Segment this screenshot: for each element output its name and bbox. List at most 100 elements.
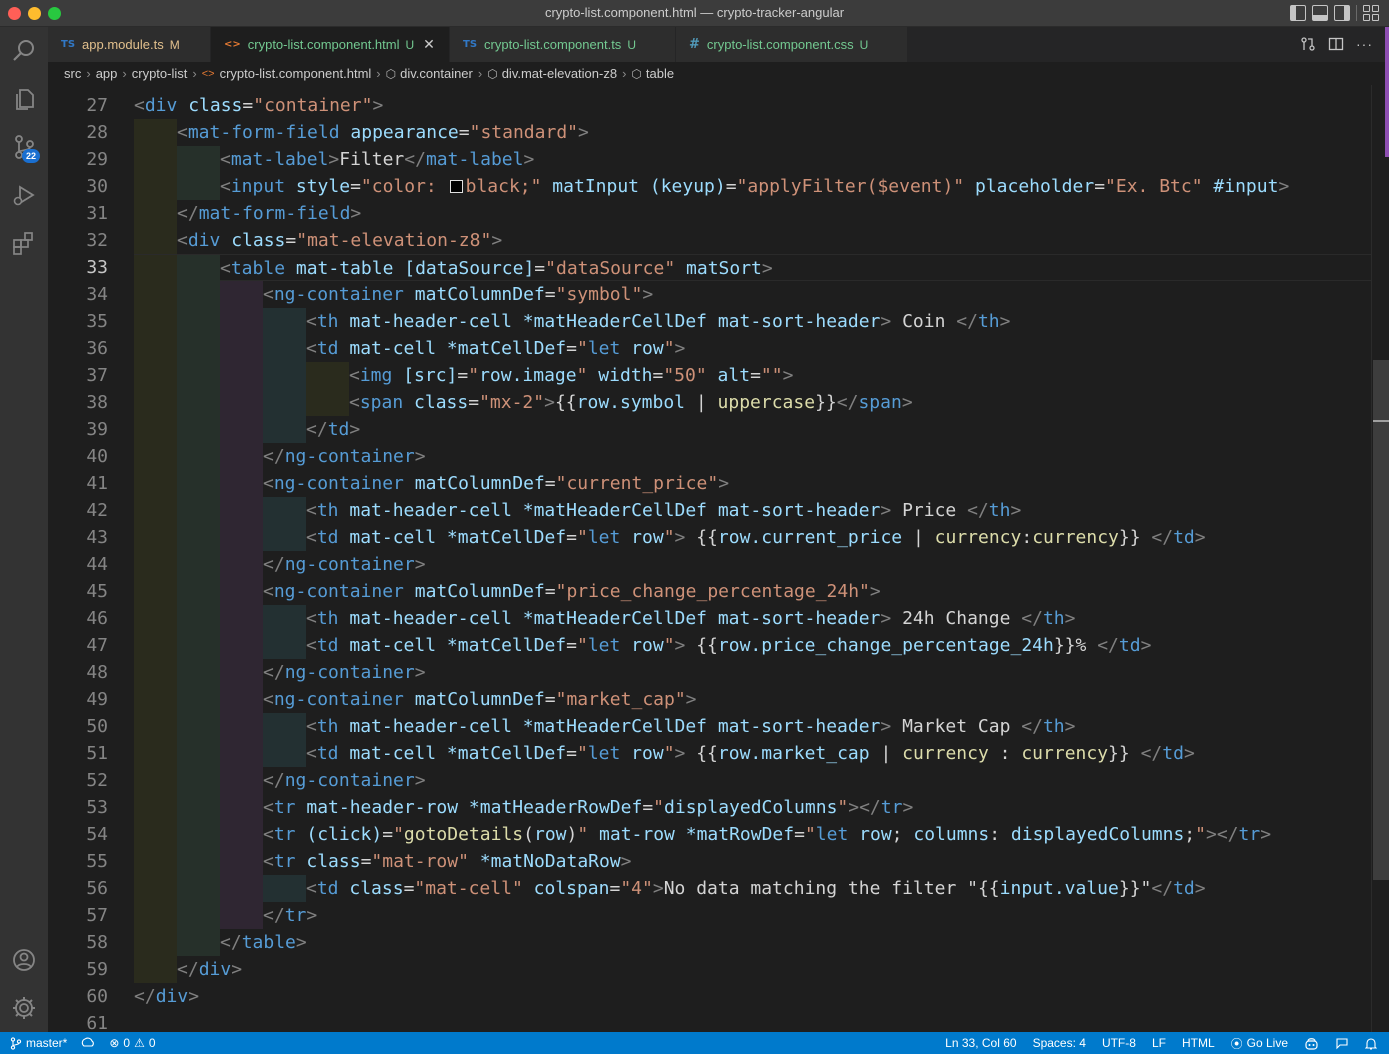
code-token: {{: [685, 527, 718, 548]
code-line[interactable]: <td mat-cell *matCellDef="let row"> {{ro…: [134, 524, 1371, 551]
split-editor-icon[interactable]: [1328, 36, 1344, 52]
code-line[interactable]: <table mat-table [dataSource]="dataSourc…: [134, 254, 1371, 282]
code-line[interactable]: <th mat-header-cell *matHeaderCellDef ma…: [134, 713, 1371, 740]
code-line[interactable]: [134, 1010, 1371, 1032]
branch-status[interactable]: master*: [10, 1036, 67, 1050]
go-live-button[interactable]: ⦿ Go Live: [1231, 1035, 1288, 1052]
git-branch-icon: [10, 1036, 22, 1050]
code-line[interactable]: </div>: [134, 956, 1371, 983]
code-line[interactable]: </table>: [134, 929, 1371, 956]
code-line[interactable]: <img [src]="row.image" width="50" alt=""…: [134, 362, 1371, 389]
code-line[interactable]: <tr (click)="gotoDetails(row)" mat-row *…: [134, 821, 1371, 848]
indent-guide: [177, 821, 220, 848]
manage-gear-icon[interactable]: [0, 984, 48, 1032]
breadcrumb-item[interactable]: div.mat-elevation-z8: [502, 66, 617, 81]
tab-crypto-list-component-css[interactable]: # crypto-list.component.css U: [676, 27, 908, 62]
code-line[interactable]: </ng-container>: [134, 551, 1371, 578]
accounts-icon[interactable]: [0, 936, 48, 984]
line-number: 57: [86, 905, 108, 926]
tab-crypto-list-component-html[interactable]: <> crypto-list.component.html U ✕: [211, 27, 450, 62]
code-token: ></: [1205, 824, 1239, 845]
code-line[interactable]: </ng-container>: [134, 659, 1371, 686]
code-line[interactable]: </tr>: [134, 902, 1371, 929]
code-line[interactable]: </div>: [134, 983, 1371, 1010]
line-number: 39: [86, 419, 108, 440]
code-token: mat-label: [230, 149, 329, 170]
code-line[interactable]: <span class="mx-2">{{row.symbol | upperc…: [134, 389, 1371, 416]
color-swatch[interactable]: [449, 180, 463, 193]
breadcrumb-item[interactable]: app: [96, 66, 118, 81]
code-editor[interactable]: 27 28 29 30 31 32 33 34 35 36 37 38 39 40 41 42 43 44 45 46…: [48, 85, 1371, 1032]
toggle-secondary-sidebar-icon[interactable]: [1334, 5, 1350, 21]
code-token: *matHeaderCellDef: [511, 500, 707, 521]
indentation-status[interactable]: Spaces: 4: [1033, 1036, 1086, 1050]
code-line[interactable]: <td mat-cell *matCellDef="let row">: [134, 335, 1371, 362]
code-token: ng-container: [284, 770, 415, 791]
code-line[interactable]: <ng-container matColumnDef="symbol">: [134, 281, 1371, 308]
breadcrumb-item[interactable]: crypto-list.component.html: [220, 66, 372, 81]
code-line[interactable]: <td class="mat-cell" colspan="4">No data…: [134, 875, 1371, 902]
code-line[interactable]: </mat-form-field>: [134, 200, 1371, 227]
code-line[interactable]: <tr class="mat-row" *matNoDataRow>: [134, 848, 1371, 875]
code-line[interactable]: <ng-container matColumnDef="current_pric…: [134, 470, 1371, 497]
search-icon[interactable]: [0, 27, 48, 75]
tab-app-module-ts[interactable]: TS app.module.ts M: [48, 27, 211, 62]
code-line[interactable]: <td mat-cell *matCellDef="let row"> {{ro…: [134, 632, 1371, 659]
code-line[interactable]: <th mat-header-cell *matHeaderCellDef ma…: [134, 605, 1371, 632]
toggle-panel-icon[interactable]: [1312, 5, 1328, 21]
breadcrumb-item[interactable]: crypto-list: [132, 66, 188, 81]
code-line[interactable]: <td mat-cell *matCellDef="let row"> {{ro…: [134, 740, 1371, 767]
scrollbar-thumb[interactable]: [1373, 360, 1389, 880]
run-debug-icon[interactable]: [0, 171, 48, 219]
code-token: th: [1042, 608, 1065, 629]
customize-layout-icon[interactable]: [1363, 5, 1379, 21]
code-token: td: [1162, 743, 1184, 764]
code-token: let: [587, 527, 621, 548]
code-line[interactable]: <ng-container matColumnDef="market_cap">: [134, 686, 1371, 713]
code-line[interactable]: </td>: [134, 416, 1371, 443]
line-number: 48: [86, 662, 108, 683]
code-line[interactable]: <th mat-header-cell *matHeaderCellDef ma…: [134, 308, 1371, 335]
tab-crypto-list-component-ts[interactable]: TS crypto-list.component.ts U: [450, 27, 676, 62]
code-line[interactable]: <div class="mat-elevation-z8">: [134, 227, 1371, 254]
code-token: let: [587, 635, 621, 656]
breadcrumb-item[interactable]: src: [64, 66, 81, 81]
code-token: ": [468, 365, 480, 386]
encoding-status[interactable]: UTF-8: [1102, 1036, 1136, 1050]
breadcrumb-item[interactable]: div.container: [400, 66, 473, 81]
problems-status[interactable]: ⊗ 0 ⚠ 0: [109, 1036, 155, 1050]
code-area[interactable]: <div class="container"> <mat-form-field a…: [134, 85, 1371, 1032]
indent-guide: [177, 255, 220, 282]
extensions-icon[interactable]: [0, 219, 48, 267]
copilot-icon[interactable]: [1304, 1037, 1319, 1050]
language-mode[interactable]: HTML: [1182, 1036, 1215, 1050]
explorer-icon[interactable]: [0, 75, 48, 123]
breadcrumb-item[interactable]: table: [646, 66, 674, 81]
code-line[interactable]: </ng-container>: [134, 767, 1371, 794]
toggle-primary-sidebar-icon[interactable]: [1290, 5, 1306, 21]
tab-label: app.module.ts: [82, 37, 164, 52]
cursor-position[interactable]: Ln 33, Col 60: [945, 1036, 1016, 1050]
close-tab-icon[interactable]: ✕: [423, 36, 435, 53]
code-line[interactable]: <input style="color: black;" matInput (k…: [134, 173, 1371, 200]
code-line[interactable]: <mat-form-field appearance="standard">: [134, 119, 1371, 146]
code-token: style: [285, 176, 351, 197]
code-line[interactable]: <mat-label>Filter</mat-label>: [134, 146, 1371, 173]
code-line[interactable]: </ng-container>: [134, 443, 1371, 470]
code-line[interactable]: <tr mat-header-row *matHeaderRowDef="dis…: [134, 794, 1371, 821]
feedback-icon[interactable]: [1335, 1037, 1349, 1050]
code-line[interactable]: <ng-container matColumnDef="price_change…: [134, 578, 1371, 605]
source-control-icon[interactable]: 22: [0, 123, 48, 171]
code-line[interactable]: <div class="container">: [134, 92, 1371, 119]
editor-scrollbar[interactable]: [1371, 85, 1389, 1032]
code-token: ng-container: [273, 473, 404, 494]
code-line[interactable]: <th mat-header-cell *matHeaderCellDef ma…: [134, 497, 1371, 524]
indent-guide: [177, 524, 220, 551]
code-token: <: [263, 824, 274, 845]
notifications-bell-icon[interactable]: [1365, 1037, 1377, 1050]
eol-status[interactable]: LF: [1152, 1036, 1166, 1050]
code-token: Market Cap: [891, 716, 1022, 737]
open-changes-icon[interactable]: [1300, 36, 1316, 52]
sync-icon[interactable]: [81, 1037, 95, 1049]
more-actions-icon[interactable]: ···: [1356, 36, 1373, 52]
